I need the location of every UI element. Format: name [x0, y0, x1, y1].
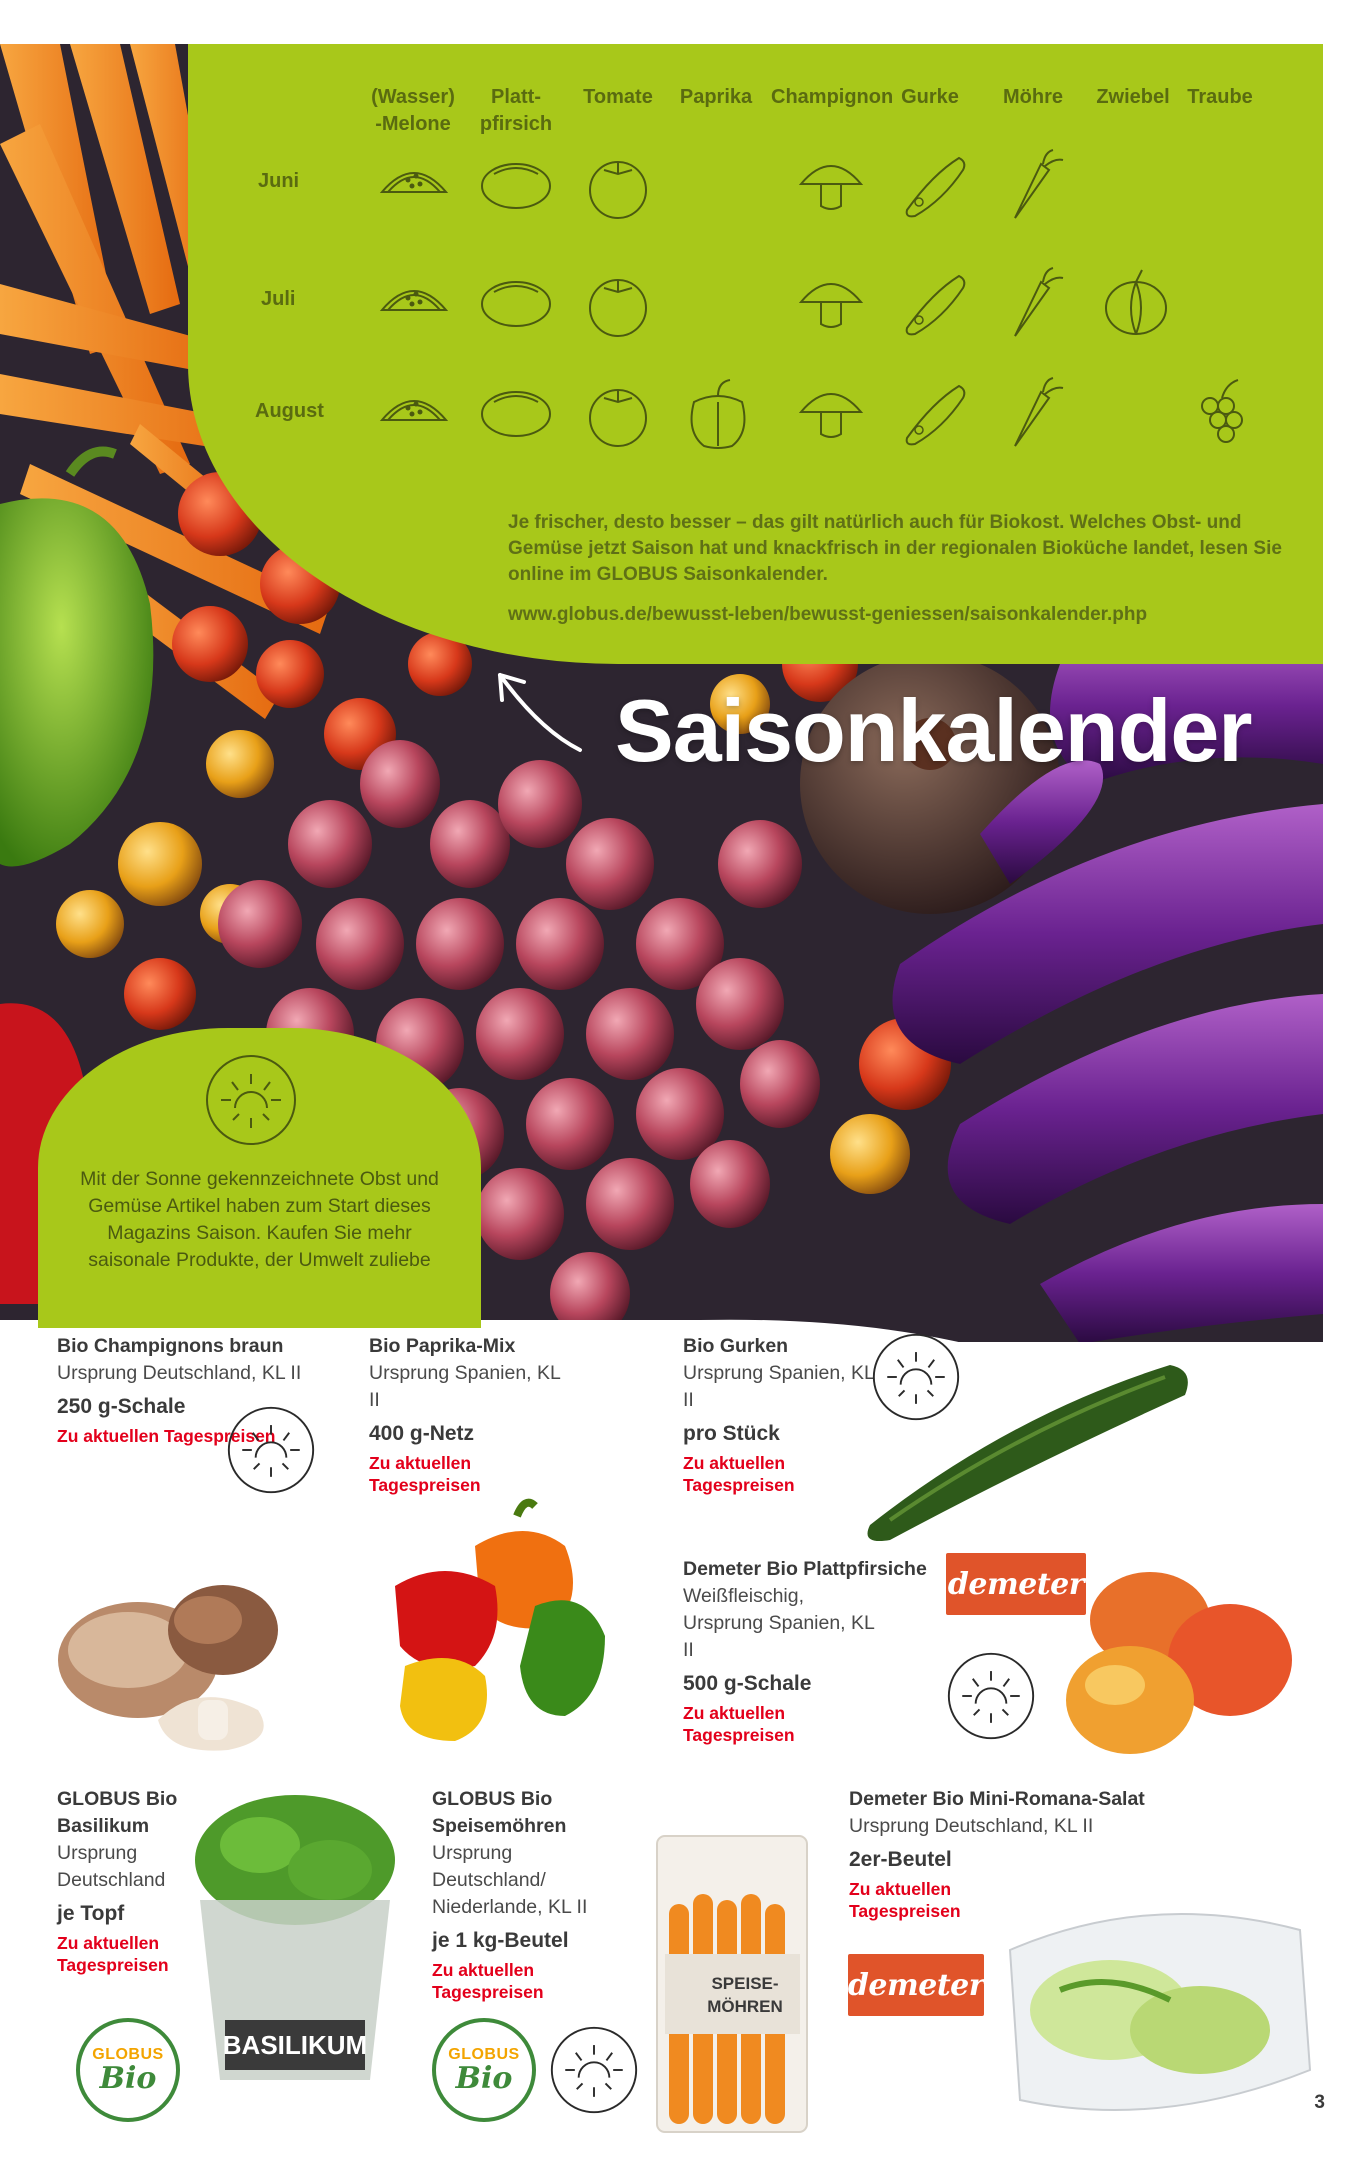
- globus-bio-logo-bottom: Bio: [455, 2061, 513, 2096]
- column-header-moehre: Möhre: [1003, 86, 1063, 108]
- product-name: GLOBUS Bio Speisemöhren: [432, 1788, 567, 1837]
- product-origin: Ursprung Spanien, KL II: [369, 1362, 561, 1411]
- romana-salad-image: [1008, 1913, 1312, 2111]
- month-august: August: [255, 400, 324, 422]
- champignon-icon: [791, 262, 871, 342]
- column-header-champignon: Champignon: [771, 86, 894, 108]
- sun-info-bubble: Mit der Sonne gekennzeichnete Obst und G…: [38, 1028, 481, 1328]
- tomate-icon: [578, 372, 658, 452]
- melone-icon: [374, 144, 454, 224]
- page-number: 3: [1314, 2092, 1325, 2113]
- melone-icon: [374, 262, 454, 342]
- product-origin: Ursprung Deutschland/ Niederlande, KL II: [432, 1842, 588, 1918]
- melone-icon: [374, 372, 454, 452]
- season-calendar: (Wasser) -Melone Platt-pfirsich Tomate Pa…: [188, 44, 1323, 664]
- month-juli: Juli: [261, 288, 296, 310]
- column-header-plattpfirsich: Platt-pfirsich: [479, 86, 553, 135]
- column-header-melone: (Wasser) -Melone: [371, 86, 455, 135]
- gurke-icon: [893, 144, 973, 224]
- globus-bio-logo: GLOBUS Bio: [76, 2018, 180, 2122]
- champignon-icon: [791, 144, 871, 224]
- sun-icon: [206, 1055, 296, 1145]
- product-paprika[interactable]: Bio Paprika-Mix Ursprung Spanien, KL II …: [369, 1333, 569, 1496]
- cucumber-image: [867, 1365, 1188, 1541]
- sun-info-text: Mit der Sonne gekennzeichnete Obst und G…: [80, 1168, 439, 1271]
- column-header-traube: Traube: [1187, 86, 1253, 108]
- product-plattpfirsiche[interactable]: Demeter Bio Plattpfirsiche Weißfleischig…: [683, 1556, 943, 1746]
- bag-label-line2: MÖHREN: [707, 1997, 783, 2016]
- product-moehren[interactable]: GLOBUS Bio Speisemöhren Ursprung Deutsch…: [432, 1786, 602, 2003]
- peppers-image: [395, 1498, 605, 1741]
- moehre-icon: [993, 262, 1073, 342]
- product-name: Bio Champignons braun: [57, 1335, 284, 1357]
- product-origin: Ursprung Deutschland, KL II: [57, 1362, 302, 1384]
- demeter-logo: demeter: [848, 1954, 985, 2016]
- moehre-icon: [993, 372, 1073, 452]
- column-header-gurke: Gurke: [901, 86, 959, 108]
- gurke-icon: [893, 372, 973, 452]
- carrot-bag-image: SPEISE- MÖHREN: [656, 1835, 808, 2133]
- month-juni: Juni: [258, 170, 300, 192]
- pfirsich-icon: [476, 372, 556, 452]
- product-price: Zu aktuellen Tagespreisen: [683, 1703, 795, 1745]
- season-sun-icon: [548, 2024, 640, 2116]
- champignon-icon: [791, 372, 871, 452]
- mushrooms-image: [58, 1585, 278, 1751]
- product-name: Demeter Bio Plattpfirsiche: [683, 1558, 927, 1580]
- globus-bio-logo-bottom: Bio: [99, 2061, 157, 2096]
- moehre-icon: [993, 144, 1073, 224]
- calendar-description: Je frischer, desto besser – das gilt nat…: [508, 512, 1282, 585]
- column-header-paprika: Paprika: [679, 86, 753, 108]
- arrow-icon: [498, 673, 582, 752]
- product-origin: Weißfleischig, Ursprung Spanien, KL II: [683, 1585, 875, 1661]
- product-price: Zu aktuellen Tagespreisen: [849, 1879, 961, 1921]
- calendar-link[interactable]: www.globus.de/bewusst-leben/bewusst-geni…: [508, 604, 1298, 626]
- paprika-icon: [678, 372, 758, 452]
- pot-label: BASILIKUM: [223, 2030, 367, 2060]
- product-unit: 500 g-Schale: [683, 1672, 812, 1695]
- product-name: Demeter Bio Mini-Romana-Salat: [849, 1788, 1145, 1810]
- zwiebel-icon: [1096, 262, 1176, 342]
- tomate-icon: [578, 144, 658, 224]
- peaches-image: [1066, 1572, 1292, 1754]
- product-origin: Ursprung Deutschland, KL II: [849, 1815, 1094, 1837]
- globus-bio-logo: GLOBUS Bio: [432, 2018, 536, 2122]
- pfirsich-icon: [476, 144, 556, 224]
- product-unit: je 1 kg-Beutel: [432, 1929, 569, 1952]
- season-sun-icon: [225, 1404, 317, 1496]
- bag-label: SPEISE-: [711, 1974, 778, 1993]
- basil-pot-image: BASILIKUM: [195, 1795, 395, 2080]
- tomate-icon: [578, 262, 658, 342]
- gurke-icon: [893, 262, 973, 342]
- traube-icon: [1182, 372, 1262, 452]
- product-name: Bio Paprika-Mix: [369, 1335, 516, 1357]
- pfirsich-icon: [476, 262, 556, 342]
- season-sun-icon: [945, 1650, 1037, 1742]
- page-title: Saisonkalender: [615, 681, 1253, 780]
- product-unit: 400 g-Netz: [369, 1422, 475, 1445]
- product-price: Zu aktuellen Tagespreisen: [432, 1960, 544, 2002]
- column-header-tomate: Tomate: [583, 86, 653, 108]
